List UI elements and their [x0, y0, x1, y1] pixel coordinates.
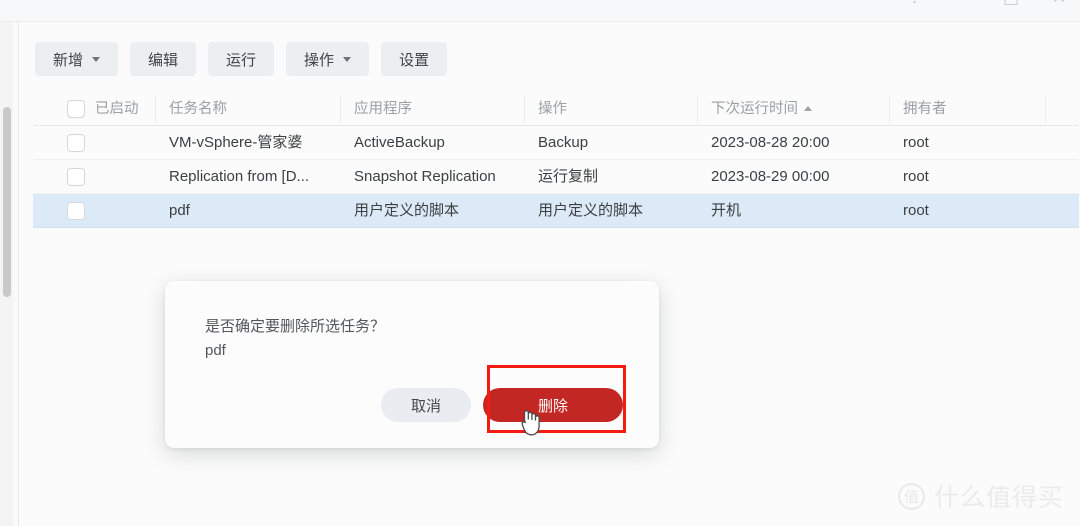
- run-button-label: 运行: [226, 51, 257, 69]
- column-header-enabled-label: 已启动: [95, 100, 139, 117]
- column-header-next-run-time[interactable]: 下次运行时间: [697, 92, 889, 126]
- dialog-actions: 取消 删除: [381, 388, 623, 422]
- table-row[interactable]: VM-vSphere-管家婆 ActiveBackup Backup 2023-…: [33, 126, 1079, 160]
- watermark-badge-icon: 值: [897, 482, 925, 510]
- create-button-label: 新增: [53, 51, 84, 69]
- cell-spacer: [1045, 126, 1079, 160]
- cell-next-run-time: 2023-08-29 00:00: [711, 167, 830, 185]
- page-scrollbar-track[interactable]: [0, 22, 13, 526]
- actions-button[interactable]: 操作: [286, 42, 370, 76]
- cell-next-run-time: 2023-08-28 20:00: [711, 133, 830, 151]
- cell-owner: root: [903, 167, 929, 185]
- task-toolbar: 新增 编辑 运行 操作 设置: [35, 42, 448, 76]
- window-controls: ? — □ ✕: [904, 0, 1070, 7]
- row-checkbox[interactable]: [67, 133, 85, 152]
- row-select-cell[interactable]: [33, 160, 155, 194]
- settings-button-label: 设置: [399, 51, 430, 69]
- chevron-down-icon: [343, 56, 352, 62]
- maximize-icon[interactable]: □: [1000, 0, 1022, 7]
- cell-task-name: Replication from [D...: [169, 167, 310, 185]
- column-header-owner[interactable]: 拥有者: [889, 92, 1045, 126]
- cell-operation: Backup: [538, 133, 589, 151]
- window-titlebar: ? — □ ✕: [0, 0, 1080, 22]
- table-header-row: 已启动 任务名称 应用程序 操作 下次运行时间 拥有者: [33, 92, 1079, 126]
- task-table: 已启动 任务名称 应用程序 操作 下次运行时间 拥有者 VM-vSphere-管…: [33, 92, 1079, 228]
- delete-confirmation-dialog: 是否确定要删除所选任务？ pdf 取消 删除: [165, 281, 659, 448]
- column-header-owner-label: 拥有者: [903, 100, 947, 117]
- column-header-next-run-time-label: 下次运行时间: [711, 100, 798, 117]
- table-row-selected[interactable]: pdf 用户定义的脚本 用户定义的脚本 开机 root: [33, 194, 1079, 228]
- actions-button-label: 操作: [304, 51, 335, 69]
- cell-spacer: [1045, 194, 1079, 228]
- cell-task-name: VM-vSphere-管家婆: [169, 133, 303, 151]
- delete-button[interactable]: 删除: [483, 388, 623, 422]
- watermark-text: 什么值得买: [933, 483, 1064, 512]
- run-button[interactable]: 运行: [208, 42, 275, 76]
- column-header-enabled[interactable]: 已启动: [33, 92, 155, 126]
- row-select-cell[interactable]: [33, 194, 155, 228]
- page-scrollbar-thumb[interactable]: [3, 107, 11, 297]
- table-row[interactable]: Replication from [D... Snapshot Replicat…: [33, 160, 1079, 194]
- task-scheduler-panel: 新增 编辑 运行 操作 设置 已启动 任务名称 应用程序 操作 下次运行时间 拥…: [19, 22, 1080, 526]
- column-header-application[interactable]: 应用程序: [340, 92, 524, 126]
- help-icon[interactable]: ?: [904, 0, 926, 7]
- column-header-spacer: [1045, 92, 1079, 126]
- close-icon[interactable]: ✕: [1048, 0, 1070, 7]
- cell-application: Snapshot Replication: [354, 167, 496, 185]
- cell-owner: root: [903, 133, 929, 151]
- cell-application: ActiveBackup: [354, 133, 445, 151]
- edit-button-label: 编辑: [148, 51, 179, 69]
- cell-owner: root: [903, 201, 929, 219]
- cell-task-name: pdf: [169, 201, 190, 219]
- select-all-checkbox[interactable]: [67, 99, 85, 118]
- settings-button[interactable]: 设置: [381, 42, 448, 76]
- create-button[interactable]: 新增: [35, 42, 119, 76]
- cell-application: 用户定义的脚本: [354, 201, 460, 219]
- column-header-task-name[interactable]: 任务名称: [155, 92, 340, 126]
- cell-next-run-time: 开机: [711, 201, 742, 219]
- cell-operation: 运行复制: [538, 167, 599, 185]
- column-header-operation-label: 操作: [538, 100, 567, 117]
- row-checkbox[interactable]: [67, 167, 85, 186]
- row-checkbox[interactable]: [67, 201, 85, 220]
- edit-button[interactable]: 编辑: [130, 42, 197, 76]
- cancel-button[interactable]: 取消: [381, 388, 471, 422]
- column-header-application-label: 应用程序: [354, 100, 412, 117]
- dialog-message: 是否确定要删除所选任务？: [205, 318, 386, 335]
- sort-ascending-icon: [804, 105, 812, 111]
- column-header-operation[interactable]: 操作: [524, 92, 697, 126]
- column-header-task-name-label: 任务名称: [169, 100, 227, 117]
- chevron-down-icon: [92, 56, 101, 62]
- watermark: 值 什么值得买: [897, 478, 1064, 514]
- cell-spacer: [1045, 160, 1079, 194]
- row-select-cell[interactable]: [33, 126, 155, 160]
- minimize-icon[interactable]: —: [952, 0, 974, 7]
- cell-operation: 用户定义的脚本: [538, 201, 644, 219]
- dialog-subject: pdf: [205, 342, 226, 359]
